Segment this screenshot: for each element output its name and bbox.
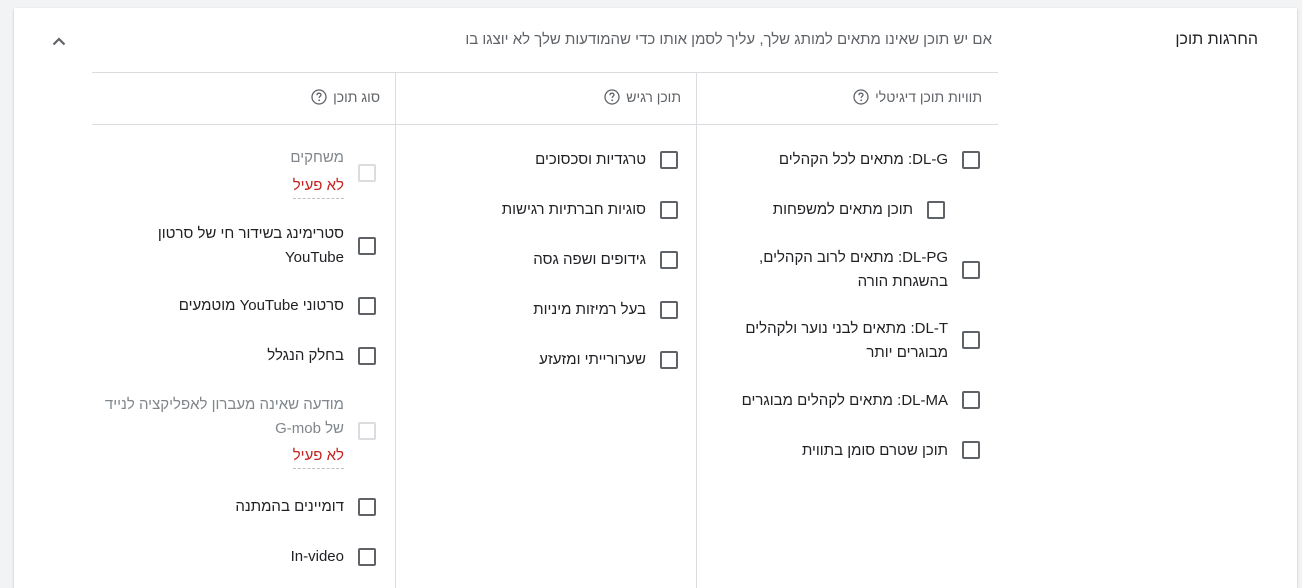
checkbox-non-interstitial-mobile — [358, 422, 376, 440]
label-dl-ma: DL-MA: מתאים לקהלים מבוגרים — [741, 392, 948, 409]
help-icon[interactable] — [311, 89, 327, 105]
checkbox-shocking[interactable] — [660, 351, 678, 369]
header-top-divider — [92, 72, 998, 73]
checkbox-sexually-suggestive[interactable] — [660, 301, 678, 319]
content-exclusions-panel: החרגות תוכן אם יש תוכן שאינו מתאים למותג… — [14, 8, 1297, 588]
status-inactive[interactable]: לא פעיל — [292, 175, 344, 199]
label-embedded-youtube: סרטוני YouTube מוטמעים — [178, 297, 344, 314]
chevron-up-icon — [52, 36, 66, 45]
label-tragedy-conflict: טרגדיות וסכסוכים — [535, 151, 646, 168]
label-dl-g: DL-G: מתאים לכל הקהלים — [778, 151, 948, 168]
checkbox-dl-t[interactable] — [962, 331, 980, 349]
label-below-fold: בחלק הנגלל — [267, 347, 344, 364]
label-non-interstitial-mobile: מודעה שאינה מעברון לאפליקציה לנייד של G-… — [104, 396, 344, 437]
checkbox-parked-domains[interactable] — [358, 498, 376, 516]
label-shocking: שערורייתי ומזעזע — [539, 351, 646, 368]
column-header-sensitive: תוכן רגיש — [604, 89, 681, 105]
checkbox-sensitive-social[interactable] — [660, 201, 678, 219]
label-games: משחקים — [290, 149, 344, 166]
checkbox-dl-ma[interactable] — [962, 391, 980, 409]
column-header-label: סוג תוכן — [333, 89, 380, 105]
column-header-content-type: סוג תוכן — [311, 89, 380, 105]
checkbox-dl-g[interactable] — [962, 151, 980, 169]
column-header-label: תוויות תוכן דיגיטלי — [875, 89, 982, 105]
label-live-streaming: סטרימינג בשידור חי של סרטון YouTube — [157, 225, 344, 266]
label-profanity: גידופים ושפה גסה — [533, 251, 646, 268]
checkbox-profanity[interactable] — [660, 251, 678, 269]
label-family-content: תוכן מתאים למשפחות — [772, 201, 913, 218]
checkbox-live-streaming[interactable] — [358, 237, 376, 255]
section-description: אם יש תוכן שאינו מתאים למותג שלך, עליך ל… — [465, 31, 992, 48]
help-icon[interactable] — [604, 89, 620, 105]
label-in-video: In-video — [290, 548, 344, 565]
label-dl-t: DL-T: מתאים לבני נוער ולקהלים מבוגרים יו… — [745, 320, 948, 361]
status-inactive[interactable]: לא פעיל — [292, 445, 344, 469]
checkbox-family-content[interactable] — [927, 201, 945, 219]
checkbox-embedded-youtube[interactable] — [358, 297, 376, 315]
label-sensitive-social: סוגיות חברתיות רגישות — [501, 201, 646, 218]
header-bottom-divider — [92, 124, 998, 125]
checkbox-unlabeled[interactable] — [962, 441, 980, 459]
section-title: החרגות תוכן — [1175, 31, 1258, 48]
label-unlabeled: תוכן שטרם סומן בתווית — [801, 442, 948, 459]
checkbox-in-video[interactable] — [358, 548, 376, 566]
help-icon[interactable] — [853, 89, 869, 105]
label-dl-pg: DL-PG: מתאים לרוב הקהלים, בהשגחת הורה — [759, 249, 948, 290]
column-header-digital-labels: תוויות תוכן דיגיטלי — [853, 89, 982, 105]
checkbox-tragedy-conflict[interactable] — [660, 151, 678, 169]
label-parked-domains: דומיינים בהמתנה — [235, 498, 344, 515]
column-header-label: תוכן רגיש — [626, 89, 681, 105]
label-sexually-suggestive: בעל רמיזות מיניות — [533, 301, 646, 318]
column-divider-2 — [696, 72, 697, 588]
collapse-button[interactable] — [48, 30, 70, 52]
column-divider-1 — [395, 72, 396, 588]
checkbox-below-fold[interactable] — [358, 347, 376, 365]
checkbox-dl-pg[interactable] — [962, 261, 980, 279]
checkbox-games — [358, 164, 376, 182]
